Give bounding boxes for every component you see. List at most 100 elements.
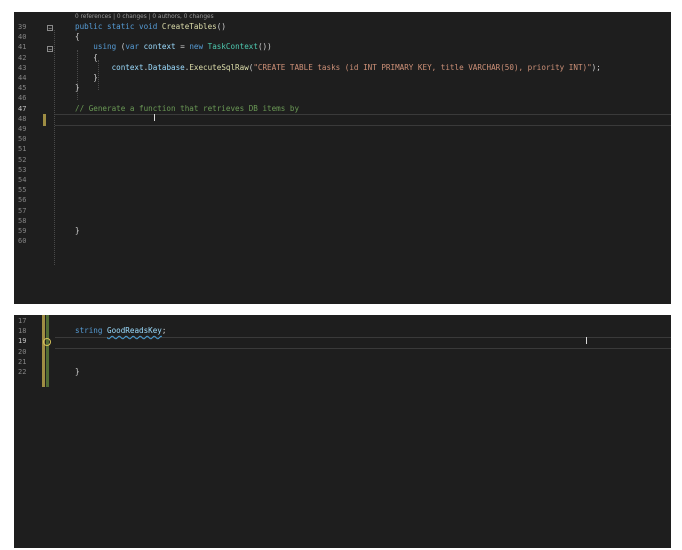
code-line[interactable]: 39 public static void CreateTables() — [14, 22, 671, 32]
code-token: } — [75, 73, 98, 82]
code-token: Database — [148, 62, 185, 72]
code-token: public static void — [75, 22, 162, 31]
line-number: 58 — [18, 216, 27, 225]
code-text[interactable]: // Generate a function that retrieves DB… — [75, 104, 299, 114]
code-line[interactable]: 18 string GoodReadsKey; — [14, 326, 671, 336]
code-line[interactable]: 52 — [14, 155, 671, 165]
line-number: 48 — [18, 114, 27, 123]
code-line[interactable]: 55 — [14, 185, 671, 195]
line-number: 40 — [18, 33, 27, 42]
editor-panel-top[interactable]: 0 references | 0 changes | 0 authors, 0 … — [14, 12, 671, 304]
code-line[interactable]: 48 — [14, 114, 671, 124]
code-line[interactable]: 51 — [14, 144, 671, 154]
line-number: 57 — [18, 206, 27, 215]
code-token: new — [189, 42, 204, 52]
code-line[interactable]: 46 — [14, 93, 671, 103]
code-line[interactable]: 20 — [14, 347, 671, 357]
code-token: ()) — [257, 42, 272, 52]
line-number: 56 — [18, 196, 27, 205]
line-number: 20 — [18, 347, 27, 356]
code-token: using — [93, 42, 117, 52]
code-text[interactable]: context.Database.ExecuteSqlRaw("CREATE T… — [75, 63, 601, 73]
line-number: 39 — [18, 23, 27, 31]
text-cursor-icon: I — [153, 113, 156, 124]
code-line[interactable]: 44 } — [14, 73, 671, 83]
line-number: 42 — [18, 53, 27, 62]
lightbulb-icon[interactable] — [43, 338, 51, 346]
text-cursor-icon: I — [585, 336, 588, 347]
line-number: 55 — [18, 186, 27, 195]
code-line[interactable]: 50 — [14, 134, 671, 144]
code-line[interactable]: 49 — [14, 124, 671, 134]
line-number: 59 — [18, 227, 27, 235]
line-number: 50 — [18, 135, 27, 144]
line-number: 41 — [18, 43, 27, 52]
line-number: 18 — [18, 327, 27, 336]
code-line[interactable]: 59} — [14, 226, 671, 236]
codelens-info[interactable]: 0 references | 0 changes | 0 authors, 0 … — [75, 13, 214, 21]
code-line[interactable]: 41 using (var context = new TaskContext(… — [14, 42, 671, 52]
code-line[interactable]: 47 // Generate a function that retrieves … — [14, 104, 671, 114]
code-text[interactable]: } — [75, 83, 80, 93]
code-token: TaskContext — [207, 42, 258, 52]
code-token: ; — [161, 326, 167, 336]
code-line[interactable]: 43 context.Database.ExecuteSqlRaw("CREAT… — [14, 63, 671, 73]
code-token: = — [175, 42, 190, 52]
code-text[interactable]: public static void CreateTables() — [75, 22, 226, 32]
code-text[interactable]: } — [75, 226, 80, 236]
line-number: 53 — [18, 165, 27, 174]
editor-panel-bottom[interactable]: 17 18 string GoodReadsKey; 19 20 21 22} I — [14, 315, 671, 548]
code-token: () — [216, 22, 226, 31]
line-number: 21 — [18, 357, 27, 366]
line-number: 19 — [18, 337, 27, 346]
code-token: "CREATE TABLE tasks (id INT PRIMARY KEY,… — [253, 62, 592, 72]
code-token: ); — [591, 62, 601, 72]
code-token: var — [125, 42, 140, 52]
code-line[interactable]: 22} — [14, 367, 671, 377]
code-line[interactable]: 60 — [14, 236, 671, 246]
code-line[interactable]: 57 — [14, 206, 671, 216]
code-line[interactable]: 21 — [14, 357, 671, 367]
line-number: 22 — [18, 368, 27, 376]
line-number: 45 — [18, 84, 27, 93]
code-token: } — [75, 226, 80, 235]
code-line[interactable]: 40 { — [14, 32, 671, 42]
code-text[interactable]: } — [75, 73, 98, 83]
code-line[interactable]: 42 { — [14, 53, 671, 63]
code-text[interactable]: } — [75, 367, 80, 377]
code-text[interactable]: { — [75, 32, 80, 42]
code-token: context — [143, 42, 176, 52]
code-text[interactable]: { — [75, 53, 98, 63]
line-number: 46 — [18, 94, 27, 103]
code-token: CreateTables — [161, 22, 217, 31]
code-token: context — [111, 62, 144, 72]
code-token: string — [75, 326, 103, 336]
code-token: GoodReadsKey — [107, 326, 162, 336]
code-line[interactable]: 19 — [14, 336, 671, 346]
code-line[interactable]: 56 — [14, 195, 671, 205]
line-number: 49 — [18, 125, 27, 133]
line-number: 44 — [18, 74, 27, 82]
code-line[interactable]: 45} — [14, 83, 671, 93]
code-token: { — [75, 52, 98, 62]
line-number: 47 — [18, 104, 27, 113]
line-number: 60 — [18, 237, 27, 246]
line-number: 51 — [18, 145, 27, 154]
code-text[interactable]: string GoodReadsKey; — [75, 326, 166, 336]
code-token: } — [75, 83, 80, 93]
code-text[interactable]: using (var context = new TaskContext()) — [75, 42, 272, 52]
line-number: 43 — [18, 63, 27, 72]
line-number: 54 — [18, 176, 27, 184]
code-line[interactable]: 53 — [14, 165, 671, 175]
code-token: ( — [116, 42, 126, 52]
line-number: 52 — [18, 155, 27, 164]
line-number: 17 — [18, 317, 27, 325]
code-token: // Generate a function that retrieves DB… — [75, 103, 300, 113]
code-line[interactable]: 54 — [14, 175, 671, 185]
code-line[interactable]: 58 — [14, 216, 671, 226]
code-token: } — [75, 367, 80, 376]
code-line[interactable]: 17 — [14, 316, 671, 326]
code-token: { — [75, 32, 80, 42]
